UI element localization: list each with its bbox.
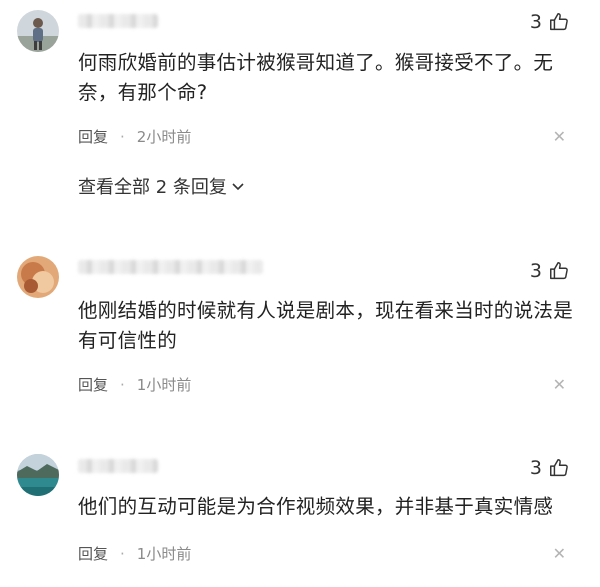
reply-button[interactable]: 回复 (78, 543, 108, 564)
separator-dot: · (120, 375, 125, 394)
view-all-label: 查看全部 2 条回复 (78, 177, 227, 198)
like-button[interactable]: 3 (530, 260, 570, 282)
comment-text: 何雨欣婚前的事估计被猴哥知道了。猴哥接受不了。无奈，有那个命? (78, 51, 554, 104)
timestamp: 1小时前 (136, 376, 192, 394)
username-blurred[interactable] (78, 260, 263, 274)
reply-button[interactable]: 回复 (78, 126, 108, 147)
like-button[interactable]: 3 (530, 11, 570, 33)
avatar[interactable] (17, 10, 59, 52)
comment-meta: 回复 · 2小时前 (78, 126, 191, 147)
comment-meta: 回复 · 1小时前 (78, 543, 191, 564)
close-icon[interactable]: ✕ (553, 375, 566, 394)
thumbs-up-icon (550, 262, 568, 280)
thumbs-up-icon (550, 459, 568, 477)
timestamp: 2小时前 (136, 128, 192, 146)
thumbs-up-icon (550, 13, 568, 31)
separator-dot: · (120, 127, 125, 146)
like-button[interactable]: 3 (530, 457, 570, 479)
comment-item-1: 3 何雨欣婚前的事估计被猴哥知道了。猴哥接受不了。无奈，有那个命? 回复 · 2… (0, 0, 600, 230)
separator-dot: · (120, 544, 125, 563)
avatar[interactable] (17, 454, 59, 496)
view-all-replies-button[interactable]: 查看全部 2 条回复 (78, 173, 245, 199)
close-icon[interactable]: ✕ (553, 544, 566, 563)
comment-item-3: 3 他们的互动可能是为合作视频效果，并非基于真实情感 回复 · 1小时前 ✕ (0, 440, 600, 587)
like-count: 3 (529, 457, 542, 479)
comment-item-2: 3 他刚结婚的时候就有人说是剧本，现在看来当时的说法是有可信性的 回复 · 1小… (0, 240, 600, 430)
timestamp: 1小时前 (136, 545, 192, 563)
username-blurred[interactable] (78, 14, 158, 28)
like-count: 3 (529, 11, 542, 33)
comment-text: 他刚结婚的时候就有人说是剧本，现在看来当时的说法是有可信性的 (78, 299, 574, 352)
close-icon[interactable]: ✕ (553, 127, 566, 146)
like-count: 3 (529, 260, 542, 282)
comment-meta: 回复 · 1小时前 (78, 374, 191, 395)
username-blurred[interactable] (78, 459, 158, 473)
avatar[interactable] (17, 256, 59, 298)
chevron-down-icon (232, 183, 244, 191)
comment-text: 他们的互动可能是为合作视频效果，并非基于真实情感 (78, 495, 554, 518)
reply-button[interactable]: 回复 (78, 374, 108, 395)
